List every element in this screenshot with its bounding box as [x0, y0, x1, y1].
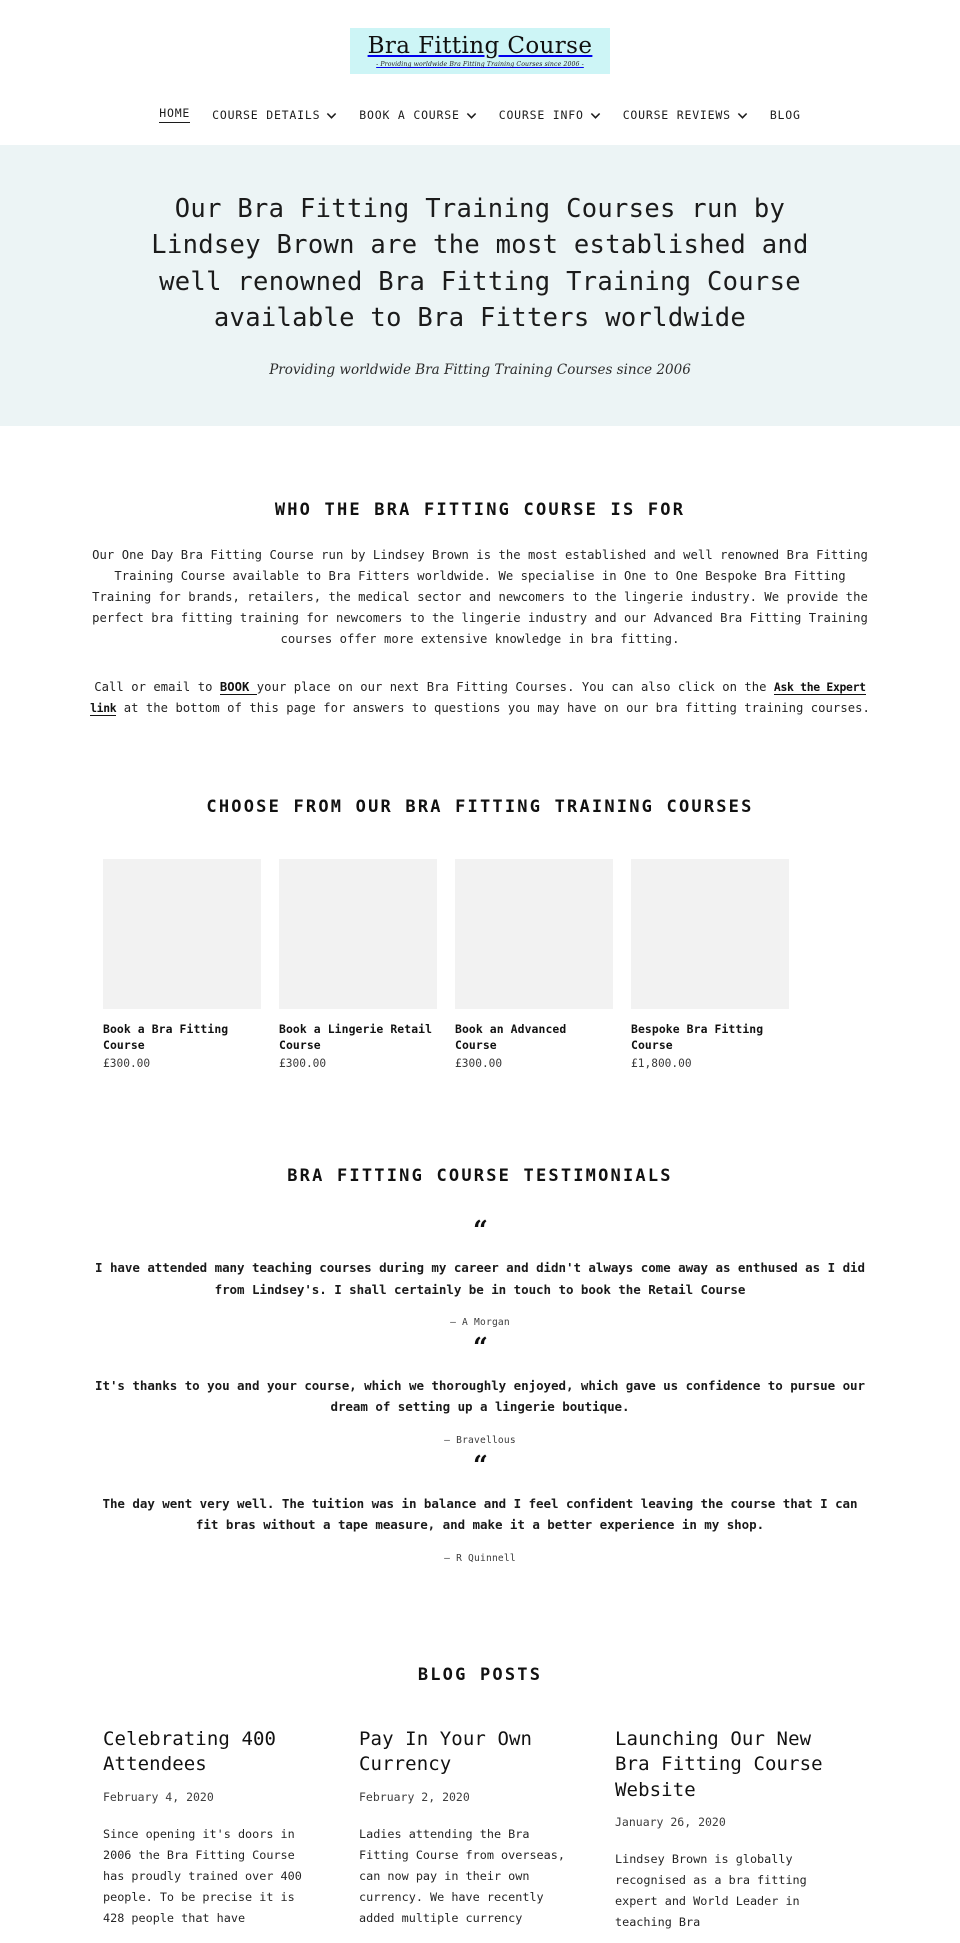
blog-post-card: Pay In Your Own Currency February 2, 202…	[359, 1727, 571, 1934]
hero-banner: Our Bra Fitting Training Courses run by …	[0, 145, 960, 427]
product-card[interactable]: Book a Lingerie Retail Course £300.00	[279, 858, 437, 1070]
nav-label-course-reviews: COURSE REVIEWS	[622, 107, 731, 122]
nav-item-course-details[interactable]: COURSE DETAILS	[201, 108, 348, 122]
testimonial-author: — Bravellous	[444, 1434, 516, 1446]
chevron-down-icon	[737, 110, 748, 121]
blog-post-excerpt: Ladies attending the Bra Fitting Course …	[359, 1826, 565, 1925]
hero-subtitle: Providing worldwide Bra Fitting Training…	[269, 362, 691, 379]
intro-paragraph-1: Our One Day Bra Fitting Course run by Li…	[92, 548, 868, 647]
product-card[interactable]: Book a Bra Fitting Course £300.00	[103, 858, 261, 1070]
nav-label-blog: BLOG	[769, 107, 801, 122]
chevron-down-icon	[590, 110, 601, 121]
products-title: CHOOSE FROM OUR BRA FITTING TRAINING COU…	[206, 796, 754, 817]
product-price: £1,800.00	[631, 1056, 692, 1070]
product-price: £300.00	[103, 1056, 151, 1070]
testimonial-text: The day went very well. The tuition was …	[102, 1495, 858, 1533]
blog-post-title[interactable]: Launching Our New Bra Fitting Course Web…	[615, 1727, 827, 1804]
product-title: Book an Advanced Course	[455, 1021, 567, 1052]
blog-post-date: January 26, 2020	[615, 1815, 726, 1830]
blog-post-card: Celebrating 400 Attendees February 4, 20…	[103, 1727, 315, 1934]
testimonial-text: It's thanks to you and your course, whic…	[95, 1377, 865, 1415]
blog-post-excerpt: Since opening it's doors in 2006 the Bra…	[103, 1826, 302, 1925]
testimonial-item: “ I have attended many teaching courses …	[85, 1215, 875, 1329]
product-card[interactable]: Bespoke Bra Fitting Course £1,800.00	[631, 858, 789, 1070]
product-thumbnail	[455, 858, 613, 1009]
nav-item-blog[interactable]: BLOG	[759, 108, 812, 122]
nav-label-course-info: COURSE INFO	[498, 107, 584, 122]
product-grid: Book a Bra Fitting Course £300.00 Book a…	[0, 858, 960, 1070]
product-thumbnail	[103, 858, 261, 1009]
testimonials-section: BRA FITTING COURSE TESTIMONIALS “ I have…	[0, 1070, 960, 1564]
intro-text-before-book: Call or email to	[94, 679, 220, 694]
product-thumbnail	[279, 858, 437, 1009]
blog-section: BLOG POSTS Celebrating 400 Attendees Feb…	[0, 1577, 960, 1934]
product-card[interactable]: Book an Advanced Course £300.00	[455, 858, 613, 1070]
quote-icon: “	[473, 1450, 488, 1481]
book-link[interactable]: BOOK	[219, 679, 257, 695]
quote-icon: “	[473, 1215, 488, 1246]
product-title: Bespoke Bra Fitting Course	[631, 1021, 764, 1052]
nav-label-course-details: COURSE DETAILS	[212, 107, 321, 122]
logo-title: Bra Fitting Course	[367, 33, 593, 59]
product-title: Book a Lingerie Retail Course	[279, 1021, 433, 1052]
products-section: CHOOSE FROM OUR BRA FITTING TRAINING COU…	[0, 719, 960, 1070]
testimonial-author: — R Quinnell	[444, 1552, 516, 1564]
product-title: Book a Bra Fitting Course	[103, 1021, 229, 1052]
testimonial-item: “ It's thanks to you and your course, wh…	[85, 1333, 875, 1446]
site-header: Bra Fitting Course - Providing worldwide…	[0, 0, 960, 89]
blog-post-title[interactable]: Celebrating 400 Attendees	[103, 1727, 315, 1778]
intro-text-after-ask: at the bottom of this page for answers t…	[116, 700, 870, 715]
blog-post-excerpt: Lindsey Brown is globally recognised as …	[615, 1852, 807, 1930]
testimonial-author: — A Morgan	[450, 1317, 510, 1329]
chevron-down-icon	[466, 110, 477, 121]
product-price: £300.00	[279, 1056, 327, 1070]
site-logo[interactable]: Bra Fitting Course - Providing worldwide…	[349, 28, 611, 75]
blog-post-date: February 4, 2020	[103, 1789, 214, 1804]
blog-grid: Celebrating 400 Attendees February 4, 20…	[0, 1727, 960, 1934]
testimonials-title: BRA FITTING COURSE TESTIMONIALS	[287, 1165, 673, 1186]
hero-heading: Our Bra Fitting Training Courses run by …	[151, 194, 809, 333]
logo-tagline: - Providing worldwide Bra Fitting Traini…	[376, 61, 584, 68]
nav-item-home[interactable]: HOME	[148, 106, 201, 124]
intro-section: WHO THE BRA FITTING COURSE IS FOR Our On…	[0, 426, 960, 719]
quote-icon: “	[473, 1333, 488, 1364]
intro-title: WHO THE BRA FITTING COURSE IS FOR	[274, 500, 686, 521]
chevron-down-icon	[326, 110, 337, 121]
nav-item-course-info[interactable]: COURSE INFO	[488, 108, 612, 122]
nav-label-home: HOME	[159, 106, 191, 124]
blog-post-date: February 2, 2020	[359, 1789, 470, 1804]
testimonial-text: I have attended many teaching courses du…	[95, 1260, 865, 1297]
testimonial-item: “ The day went very well. The tuition wa…	[85, 1450, 875, 1564]
intro-paragraph-2: Call or email to BOOK your place on our …	[85, 677, 875, 719]
blog-post-title[interactable]: Pay In Your Own Currency	[359, 1727, 571, 1778]
product-thumbnail	[631, 858, 789, 1009]
blog-post-card: Launching Our New Bra Fitting Course Web…	[615, 1727, 827, 1934]
nav-item-book-a-course[interactable]: BOOK A COURSE	[348, 108, 487, 122]
logo-wrapper: Bra Fitting Course - Providing worldwide…	[0, 28, 960, 75]
nav-label-book-a-course: BOOK A COURSE	[359, 107, 460, 122]
page-bottom-spacer	[0, 1933, 960, 1943]
product-price: £300.00	[455, 1056, 503, 1070]
blog-title: BLOG POSTS	[417, 1664, 543, 1685]
main-navigation: HOME COURSE DETAILS BOOK A COURSE COURSE…	[0, 88, 960, 146]
nav-item-course-reviews[interactable]: COURSE REVIEWS	[612, 108, 759, 122]
intro-text-middle: your place on our next Bra Fitting Cours…	[256, 679, 774, 694]
